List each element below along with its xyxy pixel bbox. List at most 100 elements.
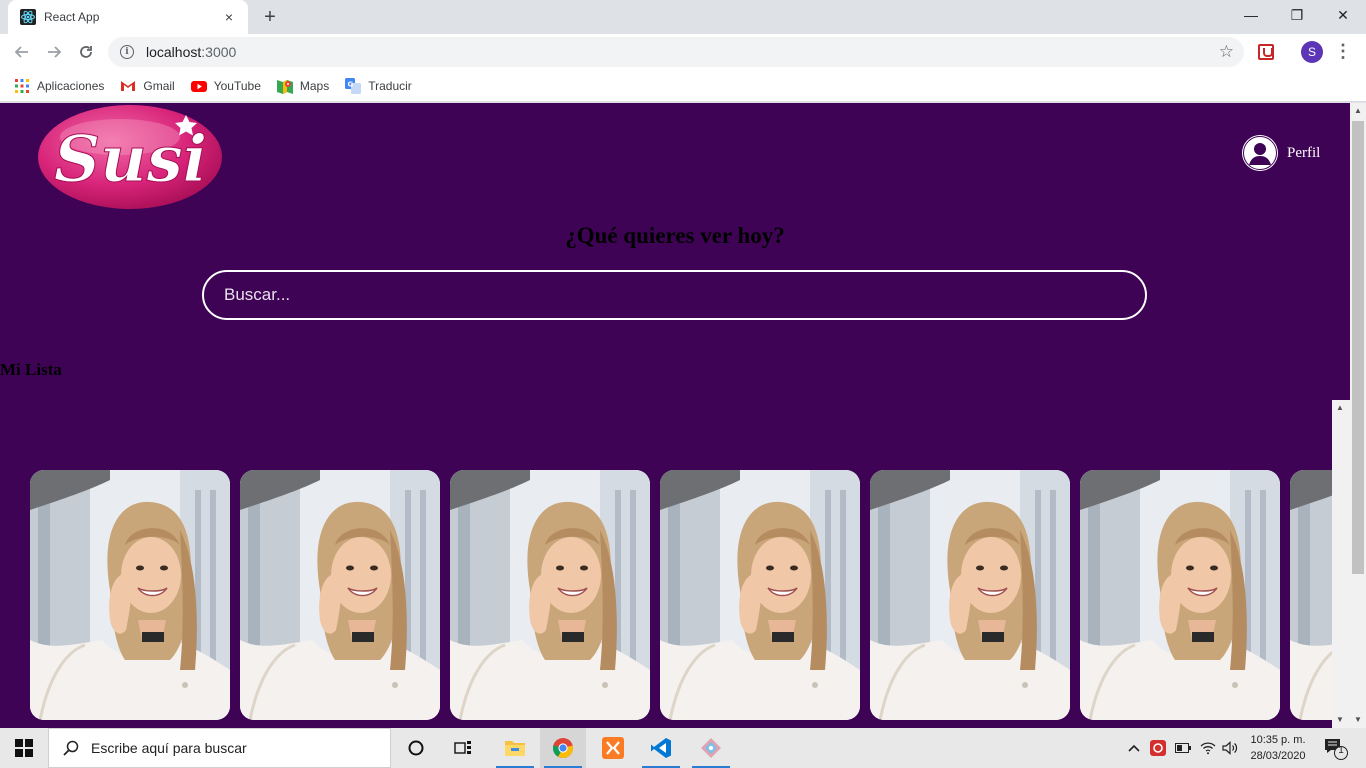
git-app-icon xyxy=(701,738,721,758)
list-scrollbar[interactable]: ▲ ▼ xyxy=(1332,400,1350,728)
vscode-icon xyxy=(651,738,671,758)
browser-toolbar: i localhost:3000 ☆ S ⋮ xyxy=(0,34,1366,70)
bookmark-label: Traducir xyxy=(368,78,412,93)
task-view-button[interactable] xyxy=(440,728,486,768)
bookmark-maps[interactable]: Maps xyxy=(276,78,330,94)
battery-indicator[interactable] xyxy=(1175,728,1191,768)
svg-text:G: G xyxy=(348,80,354,88)
list-item-card[interactable] xyxy=(240,470,440,720)
card-thumbnail xyxy=(1080,470,1280,720)
scroll-up-arrow-icon[interactable]: ▲ xyxy=(1350,103,1366,119)
react-icon xyxy=(20,9,36,25)
apps-grid-icon xyxy=(15,78,29,93)
site-info-icon[interactable]: i xyxy=(120,45,134,59)
forward-button[interactable] xyxy=(40,38,68,66)
network-indicator[interactable] xyxy=(1200,728,1216,768)
list-item-card[interactable] xyxy=(30,470,230,720)
chrome-taskbar-button[interactable] xyxy=(540,728,586,768)
tab-close-icon[interactable]: × xyxy=(220,8,238,26)
cortana-icon xyxy=(408,740,424,756)
wifi-icon xyxy=(1200,742,1216,755)
browser-tab-strip: React App × + — ❐ ✕ xyxy=(0,0,1366,34)
xampp-button[interactable] xyxy=(590,728,636,768)
list-item-card[interactable] xyxy=(450,470,650,720)
user-icon xyxy=(1242,135,1278,171)
reload-icon xyxy=(80,46,92,58)
profile-label: Perfil xyxy=(1287,144,1321,161)
list-item-card[interactable] xyxy=(870,470,1070,720)
page-body: Susi Perfil ¿Qué quieres ver hoy? Mi Lis… xyxy=(0,103,1350,728)
taskbar-search-placeholder: Escribe aquí para buscar xyxy=(91,740,247,756)
bookmark-youtube[interactable]: YouTube xyxy=(190,78,261,94)
windows-taskbar: Escribe aquí para buscar 10:35 p. m. 28/… xyxy=(0,728,1366,768)
gitkraken-button[interactable] xyxy=(688,728,734,768)
translate-icon: G xyxy=(345,77,362,94)
scrollbar-thumb[interactable] xyxy=(1352,121,1364,574)
clock-time: 10:35 p. m. xyxy=(1250,734,1306,746)
page-headline: ¿Qué quieres ver hoy? xyxy=(565,223,785,248)
bookmark-star-icon[interactable]: ☆ xyxy=(1219,42,1234,62)
card-thumbnail xyxy=(450,470,650,720)
search-icon xyxy=(63,740,79,756)
task-view-icon xyxy=(454,741,471,754)
address-bar[interactable]: i localhost:3000 ☆ xyxy=(108,37,1244,67)
forward-arrow-icon xyxy=(48,46,62,58)
list-scroll-up-icon[interactable]: ▲ xyxy=(1332,400,1348,416)
chevron-up-icon xyxy=(1128,744,1140,752)
card-thumbnail xyxy=(30,470,230,720)
bookmark-gmail[interactable]: Gmail xyxy=(120,78,175,94)
notification-count: 1 xyxy=(1338,745,1344,756)
list-item-card[interactable] xyxy=(1080,470,1280,720)
file-explorer-button[interactable] xyxy=(492,728,538,768)
gmail-icon xyxy=(121,80,136,91)
taskbar-clock[interactable]: 10:35 p. m. 28/03/2020 xyxy=(1240,732,1316,764)
bookmark-aplicaciones[interactable]: Aplicaciones xyxy=(14,78,104,94)
taskbar-search[interactable]: Escribe aquí para buscar xyxy=(48,728,391,768)
card-thumbnail xyxy=(1290,470,1332,720)
bookmark-traducir[interactable]: G Traducir xyxy=(345,77,412,94)
close-window-button[interactable]: ✕ xyxy=(1320,0,1366,30)
minimize-button[interactable]: — xyxy=(1228,0,1274,30)
list-scroll-down-icon[interactable]: ▼ xyxy=(1332,712,1348,728)
bookmarks-bar: Aplicaciones Gmail YouTube Maps G Traduc… xyxy=(0,70,1366,102)
scroll-down-arrow-icon[interactable]: ▼ xyxy=(1350,712,1366,728)
notification-icon xyxy=(1325,739,1348,760)
antivirus-icon xyxy=(1150,740,1166,756)
bookmark-label: Maps xyxy=(299,78,330,93)
volume-icon xyxy=(1222,741,1238,755)
vscode-button[interactable] xyxy=(638,728,684,768)
folder-icon xyxy=(505,741,525,756)
reload-button[interactable] xyxy=(72,38,100,66)
bookmark-label: Gmail xyxy=(143,78,175,93)
bookmark-label: Aplicaciones xyxy=(37,78,105,93)
card-thumbnail xyxy=(870,470,1070,720)
start-button[interactable] xyxy=(0,728,48,768)
susi-logo[interactable]: Susi xyxy=(36,103,224,211)
new-tab-button[interactable]: + xyxy=(258,6,282,28)
browser-tab[interactable]: React App × xyxy=(8,0,248,34)
extension-icon[interactable] xyxy=(1258,44,1274,60)
xampp-icon xyxy=(602,737,624,759)
show-hidden-icons[interactable] xyxy=(1128,728,1140,768)
volume-indicator[interactable] xyxy=(1222,728,1238,768)
action-center-button[interactable]: 1 xyxy=(1320,736,1350,762)
back-button[interactable] xyxy=(8,38,36,66)
url-text: localhost:3000 xyxy=(146,44,237,60)
profile-link[interactable]: Perfil xyxy=(1241,134,1320,172)
card-thumbnail xyxy=(240,470,440,720)
bookmark-label: YouTube xyxy=(213,78,261,93)
svg-text:Susi: Susi xyxy=(54,122,207,197)
chrome-icon xyxy=(552,738,574,759)
page-scrollbar[interactable]: ▲ ▼ xyxy=(1350,103,1366,728)
tray-app[interactable] xyxy=(1150,728,1166,768)
cortana-button[interactable] xyxy=(393,728,439,768)
restore-button[interactable]: ❐ xyxy=(1274,0,1320,30)
my-list-carousel xyxy=(30,470,1332,720)
list-item-card[interactable] xyxy=(1290,470,1332,720)
chrome-menu-icon[interactable]: ⋮ xyxy=(1334,40,1352,64)
profile-avatar[interactable]: S xyxy=(1301,41,1323,63)
tab-title: React App xyxy=(44,10,100,24)
list-item-card[interactable] xyxy=(660,470,860,720)
search-input[interactable] xyxy=(202,270,1147,320)
maps-icon xyxy=(276,79,293,94)
